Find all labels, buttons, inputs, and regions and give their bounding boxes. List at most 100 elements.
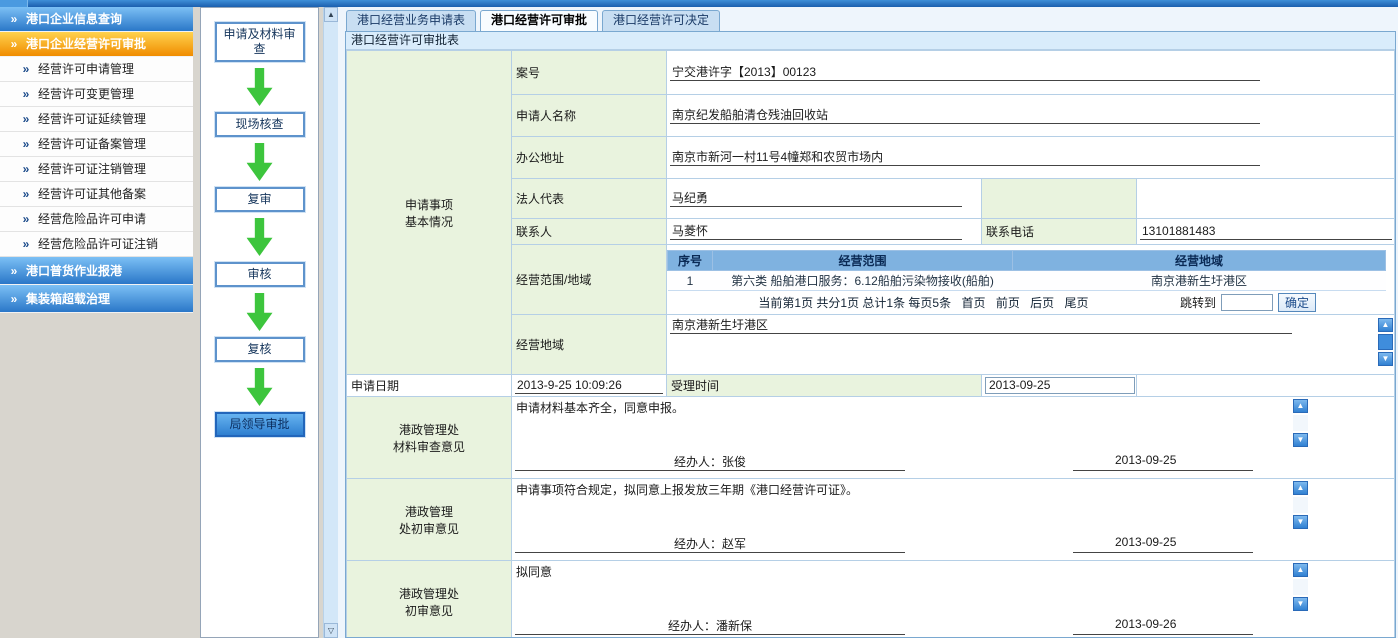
textarea-scrollbar[interactable]: ▲ ▼ [1378,318,1393,366]
scroll-down-button[interactable]: ▽ [324,623,338,638]
textarea-scrollbar[interactable]: ▲ ▼ [1293,481,1308,529]
sidebar-item-cargo-report[interactable]: » 港口普货作业报港 [0,257,193,285]
scroll-up-button[interactable]: ▲ [1378,318,1393,332]
scope-table: 序号 经营范围 经营地域 1 第六类 船舶港口服务：6.12船舶污染物接收(船舶… [667,250,1386,291]
operator-field: 经办人：张俊 [515,453,905,471]
first-review-opinion-label: 港政管理 处初审意见 [347,479,512,561]
sidebar-item-label: 经营许可证注销管理 [38,157,146,181]
scroll-down-button[interactable]: ▼ [1293,515,1308,529]
scroll-up-button[interactable]: ▲ [1293,563,1308,577]
operator-name: 潘新保 [716,619,752,633]
scrollbar-thumb[interactable] [1378,334,1393,350]
sidebar-item-dangerous-goods-cancel[interactable]: » 经营危险品许可证注销 [0,232,193,257]
operator-date: 2013-09-25 [1073,535,1253,553]
banner-corner [0,0,28,7]
main-vertical-scrollbar[interactable]: ▲ ▽ [323,7,338,638]
scope-row-index: 1 [668,271,713,291]
contact-field[interactable]: 马菱怀 [670,223,962,240]
sidebar-item-dangerous-goods-apply[interactable]: » 经营危险品许可申请 [0,207,193,232]
workflow-step-review[interactable]: 复核 [215,337,305,362]
operator-label: 经办人： [668,619,716,633]
next-page-link[interactable]: 后页 [1030,296,1054,310]
material-review-opinion-label: 港政管理处 材料审查意见 [347,397,512,479]
workflow-step-audit[interactable]: 审核 [215,262,305,287]
sidebar-item-label: 港口企业经营许可审批 [26,32,146,56]
sidebar-item-label: 经营许可证备案管理 [38,132,146,156]
workflow-step-recheck[interactable]: 复审 [215,187,305,212]
opinion-footer: 经办人：潘新保 2013-09-26 [512,617,1394,635]
sidebar-item-license-apply-mgmt[interactable]: » 经营许可申请管理 [0,57,193,82]
sidebar-item-container-overload[interactable]: » 集装箱超载治理 [0,285,193,313]
scroll-down-button[interactable]: ▼ [1293,433,1308,447]
sidebar-item-label: 经营危险品许可申请 [38,207,146,231]
jump-page-input[interactable] [1221,294,1273,311]
content-area: 港口经营业务申请表 港口经营许可审批 港口经营许可决定 港口经营许可审批表 申请… [338,7,1398,638]
textarea-scrollbar[interactable]: ▲ ▼ [1293,563,1308,611]
scope-row-scope: 第六类 船舶港口服务：6.12船舶污染物接收(船舶) [713,271,1013,291]
sidebar-item-label: 经营许可证其他备案 [38,182,146,206]
arrow-bullet-icon: » [18,207,34,231]
textarea-scrollbar[interactable]: ▲ ▼ [1293,399,1308,447]
tab-business-application-form[interactable]: 港口经营业务申请表 [346,10,476,31]
accept-time-label: 受理时间 [667,375,982,397]
workflow-step-material-review[interactable]: 申请及材料审查 [215,22,305,62]
second-review-opinion-textarea[interactable]: 拟同意 [512,561,1394,615]
arrow-bullet-icon: » [18,157,34,181]
sidebar-item-enterprise-info-query[interactable]: » 港口企业信息查询 [0,7,193,32]
empty-green-cell [982,179,1137,219]
opinion-footer: 经办人：赵军 2013-09-25 [512,535,1394,553]
sidebar-menu: » 港口企业信息查询 » 港口企业经营许可审批 » 经营许可申请管理 » 经营许… [0,7,193,638]
office-address-field[interactable]: 南京市新河一村11号4幢郑和农贸市场内 [670,149,1260,166]
case-no-field[interactable]: 宁交港许字【2013】00123 [670,64,1260,81]
operator-field: 经办人：潘新保 [515,617,905,635]
prev-page-link[interactable]: 前页 [996,296,1020,310]
tab-license-approval[interactable]: 港口经营许可审批 [480,10,598,31]
accept-time-field[interactable]: 2013-09-25 [985,377,1135,394]
operator-field: 经办人：赵军 [515,535,905,553]
scope-table-row[interactable]: 1 第六类 船舶港口服务：6.12船舶污染物接收(船舶) 南京港新生圩港区 [668,271,1386,291]
workflow-panel: 申请及材料审查 现场核查 复审 审核 复核 局领导审批 [200,7,319,638]
double-arrow-icon: » [6,259,22,283]
sidebar-item-license-filing-mgmt[interactable]: » 经营许可证备案管理 [0,132,193,157]
down-arrow-icon [247,218,273,256]
tab-license-decision[interactable]: 港口经营许可决定 [602,10,720,31]
region-textarea[interactable]: 南京港新生圩港区 [670,317,1292,334]
application-window: » 港口企业信息查询 » 港口企业经营许可审批 » 经营许可申请管理 » 经营许… [0,0,1398,638]
approval-form: 港口经营许可审批表 申请事项 基本情况 案号 宁交港许字【2013】00123 … [345,31,1396,638]
phone-field[interactable]: 13101881483 [1140,223,1392,240]
sidebar-item-license-other-filing[interactable]: » 经营许可证其他备案 [0,182,193,207]
scope-col-header-area: 经营地域 [1013,251,1386,271]
legal-rep-field[interactable]: 马纪勇 [670,190,962,207]
first-review-opinion-textarea[interactable]: 申请事项符合规定，拟同意上报发放三年期《港口经营许可证》。 [512,479,1394,533]
confirm-button[interactable]: 确定 [1278,293,1316,312]
scroll-up-button[interactable]: ▲ [324,7,338,22]
down-arrow-icon [247,143,273,181]
section-label: 申请事项 基本情况 [347,51,512,375]
scrollbar-track [1293,497,1308,513]
top-banner [0,0,1398,7]
empty-cell [1137,179,1395,219]
sidebar-item-license-change-mgmt[interactable]: » 经营许可变更管理 [0,82,193,107]
applicant-name-field[interactable]: 南京纪发船舶清仓残油回收站 [670,107,1260,124]
apply-date-label: 申请日期 [347,375,512,397]
scroll-down-button[interactable]: ▼ [1378,352,1393,366]
workflow-area: 申请及材料审查 现场核查 复审 审核 复核 局领导审批 [193,7,323,638]
sidebar-item-license-cancel-mgmt[interactable]: » 经营许可证注销管理 [0,157,193,182]
first-page-link[interactable]: 首页 [961,296,985,310]
sidebar-item-label: 集装箱超载治理 [26,287,110,311]
workflow-step-leader-approval[interactable]: 局领导审批 [215,412,305,437]
down-arrow-icon [247,368,273,406]
sidebar-section-enterprise-license-approval[interactable]: » 港口企业经营许可审批 [0,32,193,57]
sidebar-item-label: 经营许可申请管理 [38,57,134,81]
workflow-step-site-check[interactable]: 现场核查 [215,112,305,137]
down-arrow-icon [247,68,273,106]
operator-date: 2013-09-25 [1073,453,1253,471]
scroll-up-button[interactable]: ▲ [1293,399,1308,413]
apply-date-field[interactable]: 2013-9-25 10:09:26 [515,377,663,394]
last-page-link[interactable]: 尾页 [1065,296,1089,310]
sidebar-item-license-renewal-mgmt[interactable]: » 经营许可证延续管理 [0,107,193,132]
operator-name: 赵军 [722,537,746,551]
material-review-opinion-textarea[interactable]: 申请材料基本齐全，同意申报。 [512,397,1394,451]
scroll-down-button[interactable]: ▼ [1293,597,1308,611]
scroll-up-button[interactable]: ▲ [1293,481,1308,495]
